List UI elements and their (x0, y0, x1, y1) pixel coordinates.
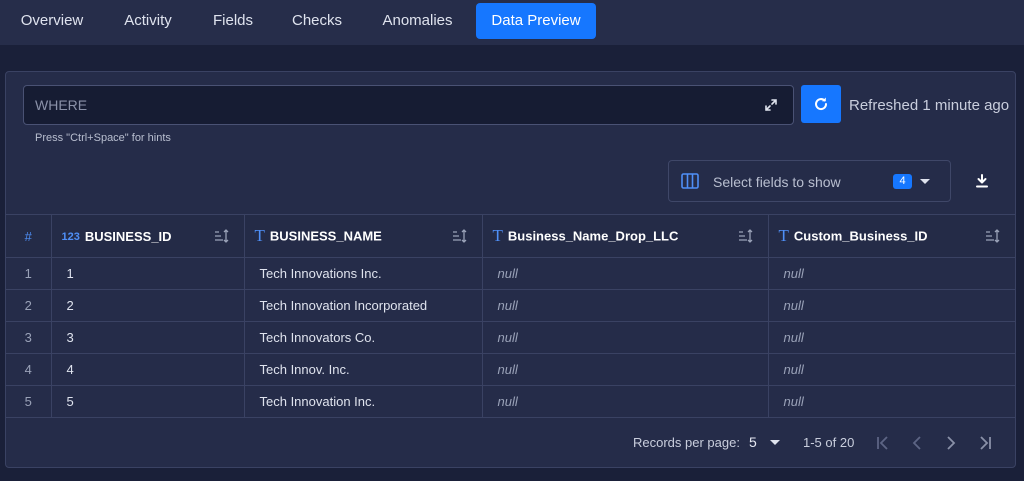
tab-activity[interactable]: Activity (108, 3, 188, 39)
cell-custom-business-id: null (767, 321, 1015, 354)
tab-data-preview[interactable]: Data Preview (476, 3, 596, 39)
column-header-label: BUSINESS_ID (84, 229, 172, 245)
filter-hint: Press "Ctrl+Space" for hints (35, 132, 171, 144)
cell-business-name-drop-llc: null (481, 257, 769, 290)
table-header-row: # 123 BUSINESS_ID T BUSINESS_NAME T Busines… (6, 214, 1015, 258)
row-index-header: # (6, 214, 52, 258)
pagination-footer: Records per page: 5 1-5 of 20 (6, 422, 1015, 467)
table-row: 4 4 Tech Innov. Inc. null null (6, 353, 1015, 386)
where-filter-box (23, 85, 794, 125)
cell-business-id: 5 (50, 385, 245, 418)
chevron-down-icon (770, 440, 780, 445)
select-fields-label: Select fields to show (713, 174, 841, 190)
first-page-icon[interactable] (873, 433, 893, 453)
cell-business-id: 3 (50, 321, 245, 354)
computed-string-type-icon: T (492, 226, 503, 245)
cell-business-name: Tech Innovation Incorporated (243, 289, 483, 322)
cell-custom-business-id: null (767, 289, 1015, 322)
last-page-icon[interactable] (975, 433, 995, 453)
previous-page-icon[interactable] (907, 433, 927, 453)
tab-anomalies[interactable]: Anomalies (369, 3, 466, 39)
column-header-label: Custom_Business_ID (793, 228, 928, 244)
tab-bar: Overview Activity Fields Checks Anomalie… (0, 0, 1024, 45)
columns-icon (681, 173, 699, 189)
cell-custom-business-id: null (767, 385, 1015, 418)
column-header-business-name[interactable]: T BUSINESS_NAME (243, 214, 483, 258)
row-index: 3 (6, 321, 52, 354)
cell-business-id: 1 (50, 257, 245, 290)
string-type-icon: T (254, 226, 265, 245)
tab-fields[interactable]: Fields (200, 3, 266, 39)
where-filter-input[interactable] (35, 86, 735, 124)
column-header-custom-business-id[interactable]: T Custom_Business_ID (767, 214, 1015, 258)
records-per-page-label: Records per page: (633, 435, 740, 450)
table-row: 5 5 Tech Innovation Inc. null null (6, 385, 1015, 418)
integer-type-icon: 123 (61, 230, 80, 243)
data-preview-panel: Press "Ctrl+Space" for hints Refreshed 1… (5, 71, 1016, 468)
selected-fields-count-badge: 4 (893, 174, 912, 189)
sort-icon[interactable] (452, 229, 468, 243)
cell-business-name: Tech Innovators Co. (243, 321, 483, 354)
cell-business-name: Tech Innovations Inc. (243, 257, 483, 290)
refresh-icon (815, 97, 828, 111)
cell-business-name-drop-llc: null (481, 321, 769, 354)
column-header-label: Business_Name_Drop_LLC (507, 228, 679, 244)
table-row: 1 1 Tech Innovations Inc. null null (6, 257, 1015, 290)
cell-business-id: 2 (50, 289, 245, 322)
next-page-icon[interactable] (941, 433, 961, 453)
download-icon[interactable] (974, 173, 990, 189)
table-row: 3 3 Tech Innovators Co. null null (6, 321, 1015, 354)
cell-custom-business-id: null (767, 353, 1015, 386)
records-per-page-value: 5 (749, 434, 757, 450)
cell-business-id: 4 (50, 353, 245, 386)
table-row: 2 2 Tech Innovation Incorporated null nu… (6, 289, 1015, 322)
refresh-status: Refreshed 1 minute ago (849, 97, 1010, 114)
row-index: 1 (6, 257, 52, 290)
computed-string-type-icon: T (778, 226, 789, 245)
sort-icon[interactable] (214, 229, 230, 243)
row-index: 2 (6, 289, 52, 322)
chevron-down-icon (920, 179, 930, 184)
refresh-button[interactable] (801, 85, 841, 123)
column-header-business-name-drop-llc[interactable]: T Business_Name_Drop_LLC (481, 214, 769, 258)
cell-business-name: Tech Innov. Inc. (243, 353, 483, 386)
records-per-page-select[interactable]: 5 (749, 434, 789, 454)
tab-checks[interactable]: Checks (279, 3, 355, 39)
pagination-range: 1-5 of 20 (803, 435, 855, 450)
column-header-label: BUSINESS_NAME (269, 228, 382, 244)
expand-icon[interactable] (763, 97, 779, 113)
sort-icon[interactable] (738, 229, 754, 243)
select-fields-dropdown[interactable]: Select fields to show 4 (668, 160, 951, 202)
tab-overview[interactable]: Overview (9, 3, 95, 39)
cell-business-name: Tech Innovation Inc. (243, 385, 483, 418)
row-index: 4 (6, 353, 52, 386)
cell-business-name-drop-llc: null (481, 289, 769, 322)
cell-business-name-drop-llc: null (481, 353, 769, 386)
cell-business-name-drop-llc: null (481, 385, 769, 418)
data-preview-table: # 123 BUSINESS_ID T BUSINESS_NAME T Busines… (6, 214, 1015, 418)
row-index: 5 (6, 385, 52, 418)
cell-custom-business-id: null (767, 257, 1015, 290)
sort-icon[interactable] (985, 229, 1001, 243)
column-header-business-id[interactable]: 123 BUSINESS_ID (50, 214, 245, 258)
